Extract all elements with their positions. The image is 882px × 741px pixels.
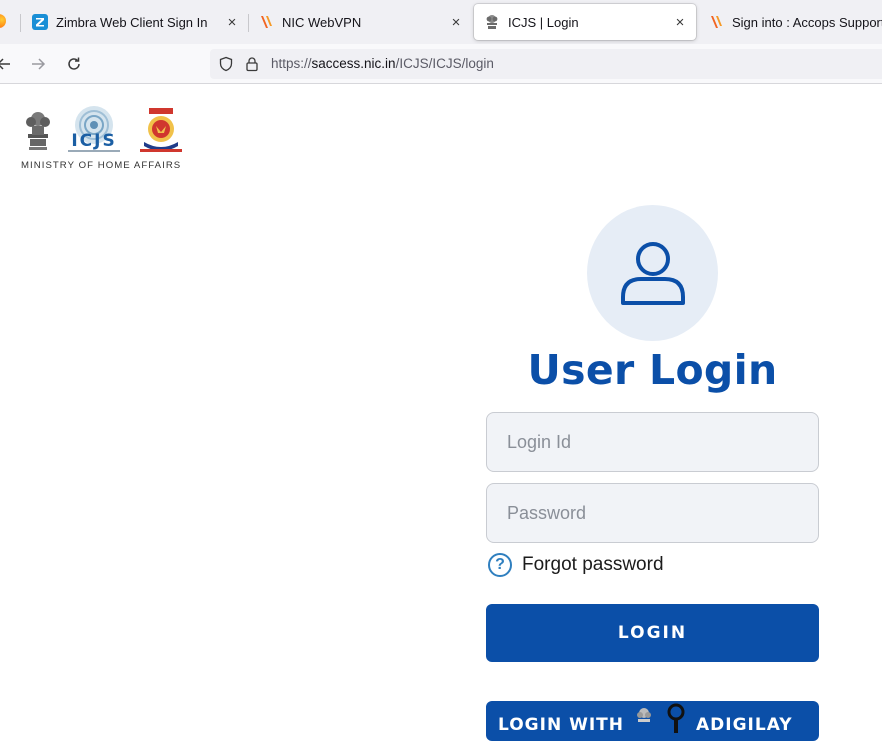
login-with-label: LOGIN WITH xyxy=(498,715,625,735)
police-crest-icon xyxy=(140,108,182,152)
avatar xyxy=(587,205,718,341)
digilocker-label: ADIGILAY xyxy=(696,715,793,735)
url-host: saccess.nic.in xyxy=(311,56,396,71)
help-circle-icon: ? xyxy=(488,553,512,577)
forgot-password-label: Forgot password xyxy=(522,554,664,575)
login-id-input[interactable] xyxy=(486,412,819,472)
emblem-icon xyxy=(484,14,500,30)
url-text[interactable]: https://saccess.nic.in/ICJS/ICJS/login xyxy=(271,56,494,71)
ministry-label: MINISTRY OF HOME AFFAIRS xyxy=(21,160,182,171)
vpn-icon xyxy=(708,14,724,30)
tab-separator xyxy=(20,14,21,32)
tracking-shield-icon[interactable] xyxy=(218,56,234,72)
password-input[interactable] xyxy=(486,483,819,543)
page-title: User Login xyxy=(527,346,778,394)
lock-icon[interactable] xyxy=(244,56,260,72)
tab-nic-webvpn[interactable]: NIC WebVPN × xyxy=(248,4,472,40)
tab-title: NIC WebVPN xyxy=(282,14,362,30)
tab-title: Zimbra Web Client Sign In xyxy=(56,14,208,30)
tab-accops-support[interactable]: Sign into : Accops Support Po xyxy=(698,4,882,40)
tab-title: Sign into : Accops Support Po xyxy=(732,14,882,30)
vpn-icon xyxy=(258,14,274,30)
login-with-digilocker-button[interactable]: LOGIN WITH ADIGILAY xyxy=(486,701,819,741)
tab-title: ICJS | Login xyxy=(508,14,579,30)
browser-nav-bar: https://saccess.nic.in/ICJS/ICJS/login xyxy=(0,44,882,84)
logos-svg: ICJS xyxy=(26,106,182,152)
back-arrow-icon[interactable] xyxy=(0,52,16,76)
url-path: /ICJS/ICJS/login xyxy=(395,56,494,71)
address-bar[interactable]: https://saccess.nic.in/ICJS/ICJS/login xyxy=(210,49,882,79)
zimbra-icon xyxy=(32,14,48,30)
national-emblem-icon xyxy=(26,112,50,150)
login-button[interactable]: LOGIN xyxy=(486,604,819,662)
tab-zimbra[interactable]: Zimbra Web Client Sign In × xyxy=(22,4,248,40)
icjs-logo-text: ICJS xyxy=(71,131,116,151)
tab-close-icon[interactable]: × xyxy=(670,14,690,31)
tab-icjs-login[interactable]: ICJS | Login × xyxy=(474,4,696,40)
digilocker-logo-icon xyxy=(637,703,685,733)
browser-tab-strip: Zimbra Web Client Sign In × NIC WebVPN ×… xyxy=(0,0,882,44)
icjs-logo-icon: ICJS xyxy=(68,106,120,152)
forgot-password-link[interactable]: ? Forgot password xyxy=(486,550,664,580)
reload-icon[interactable] xyxy=(62,52,86,76)
tab-close-icon[interactable]: × xyxy=(446,14,466,31)
forward-arrow-icon[interactable] xyxy=(26,52,50,76)
url-prefix: https:// xyxy=(271,56,312,71)
tab-close-icon[interactable]: × xyxy=(222,14,242,31)
user-icon xyxy=(620,242,685,305)
firefox-menu-icon[interactable] xyxy=(0,14,6,28)
